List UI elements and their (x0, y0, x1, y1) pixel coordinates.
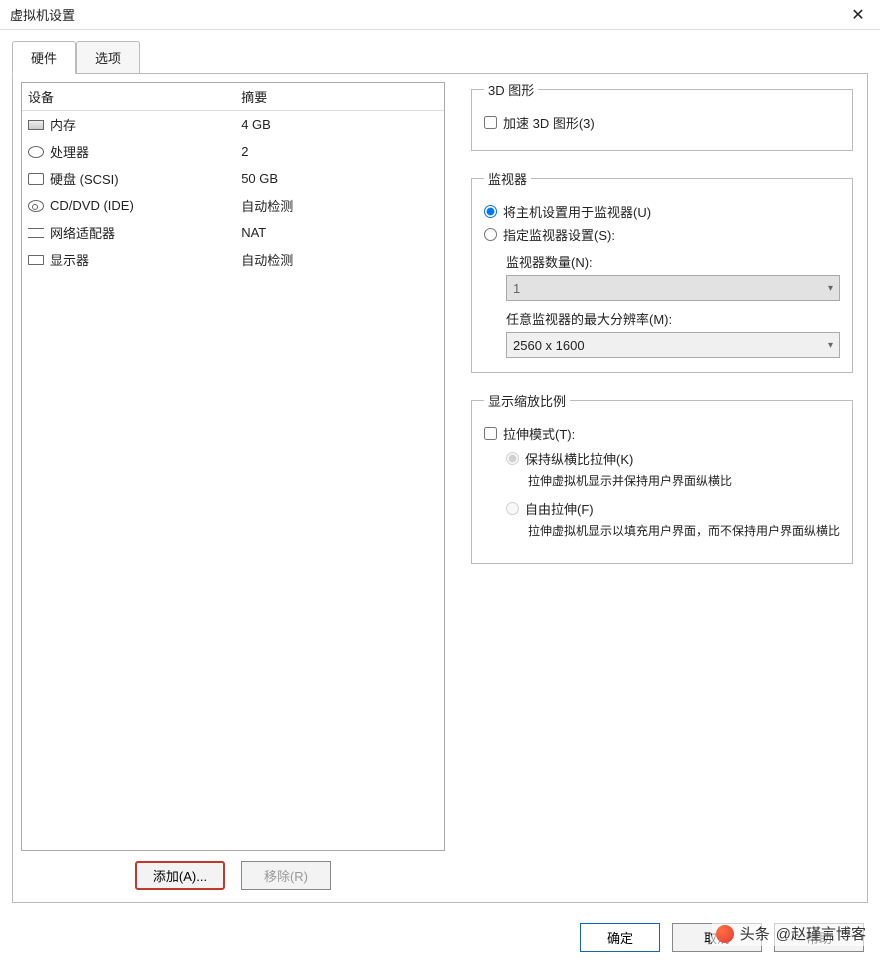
hw-row-summary: 50 GB (241, 171, 438, 186)
hw-row-label: 显示器 (50, 250, 89, 269)
window-title: 虚拟机设置 (10, 5, 846, 24)
chevron-down-icon: ▾ (828, 340, 833, 351)
monitor-maxres-select[interactable]: 2560 x 1600 ▾ (506, 332, 840, 358)
monitor-count-select[interactable]: 1 ▾ (506, 275, 840, 301)
close-button[interactable]: ✕ (846, 3, 870, 27)
monitor-maxres-value: 2560 x 1600 (513, 338, 585, 353)
radio-free-stretch[interactable]: 自由拉伸(F) (506, 499, 840, 518)
hw-row-summary: 自动检测 (241, 196, 438, 215)
radio-specify-monitors-input[interactable] (484, 228, 497, 241)
chevron-down-icon: ▾ (828, 283, 833, 294)
hw-row-summary: NAT (241, 225, 438, 240)
radio-keep-ratio-input[interactable] (506, 452, 519, 465)
cancel-button[interactable]: 取消 (672, 923, 762, 952)
hw-row-disk[interactable]: 硬盘 (SCSI) 50 GB (22, 165, 444, 192)
help-button[interactable]: 帮助 (774, 923, 864, 952)
close-icon: ✕ (851, 5, 864, 25)
hw-row-label: 内存 (50, 115, 76, 134)
titlebar: 虚拟机设置 ✕ (0, 0, 880, 30)
hw-row-network[interactable]: 网络适配器 NAT (22, 219, 444, 246)
checkbox-accel-3d-input[interactable] (484, 116, 497, 129)
tab-options[interactable]: 选项 (76, 41, 140, 74)
hw-row-label: 硬盘 (SCSI) (50, 169, 119, 188)
ok-button[interactable]: 确定 (580, 923, 660, 952)
checkbox-stretch-mode-label: 拉伸模式(T): (503, 424, 575, 443)
hardware-list-buttons: 添加(A)... 移除(R) (21, 851, 445, 894)
group-monitors-legend: 监视器 (484, 169, 531, 188)
group-3d-graphics: 3D 图形 加速 3D 图形(3) (471, 80, 853, 151)
cpu-icon (28, 146, 44, 158)
hw-row-memory[interactable]: 内存 4 GB (22, 111, 444, 138)
group-scaling-legend: 显示缩放比例 (484, 391, 570, 410)
radio-use-host[interactable]: 将主机设置用于监视器(U) (484, 202, 840, 221)
display-icon (28, 255, 44, 265)
radio-specify-monitors-label: 指定监视器设置(S): (503, 225, 615, 244)
checkbox-accel-3d-label: 加速 3D 图形(3) (503, 113, 595, 132)
hw-row-summary: 2 (241, 144, 438, 159)
radio-free-stretch-input[interactable] (506, 502, 519, 515)
hw-row-summary: 自动检测 (241, 250, 438, 269)
checkbox-stretch-mode[interactable]: 拉伸模式(T): (484, 424, 840, 443)
remove-hardware-button[interactable]: 移除(R) (241, 861, 331, 890)
cd-icon (28, 200, 44, 212)
checkbox-accel-3d[interactable]: 加速 3D 图形(3) (484, 113, 840, 132)
group-3d-legend: 3D 图形 (484, 80, 538, 99)
monitor-count-label: 监视器数量(N): (506, 252, 840, 271)
display-settings-column: 3D 图形 加速 3D 图形(3) 监视器 将主机设置用于监视器(U) 指定监视… (453, 74, 867, 902)
radio-use-host-input[interactable] (484, 205, 497, 218)
hw-row-cpu[interactable]: 处理器 2 (22, 138, 444, 165)
hardware-panel: 设备 摘要 内存 4 GB 处理器 2 硬盘 (12, 73, 868, 903)
add-hardware-button[interactable]: 添加(A)... (135, 861, 225, 890)
hardware-list: 设备 摘要 内存 4 GB 处理器 2 硬盘 (21, 82, 445, 851)
hardware-list-header: 设备 摘要 (22, 83, 444, 111)
monitor-maxres-label: 任意监视器的最大分辨率(M): (506, 309, 840, 328)
col-header-device: 设备 (28, 87, 241, 106)
group-display-scaling: 显示缩放比例 拉伸模式(T): 保持纵横比拉伸(K) 拉伸虚拟机显示并保持用户界… (471, 391, 853, 564)
group-monitors: 监视器 将主机设置用于监视器(U) 指定监视器设置(S): 监视器数量(N): … (471, 169, 853, 373)
tabs: 硬件 选项 (0, 30, 880, 73)
radio-use-host-label: 将主机设置用于监视器(U) (503, 202, 651, 221)
hw-row-summary: 4 GB (241, 117, 438, 132)
hardware-left-column: 设备 摘要 内存 4 GB 处理器 2 硬盘 (13, 74, 453, 902)
disk-icon (28, 173, 44, 185)
radio-keep-ratio-label: 保持纵横比拉伸(K) (525, 449, 633, 468)
stretch-sub: 保持纵横比拉伸(K) 拉伸虚拟机显示并保持用户界面纵横比 自由拉伸(F) 拉伸虚… (506, 449, 840, 539)
monitor-count-value: 1 (513, 281, 520, 296)
radio-specify-monitors[interactable]: 指定监视器设置(S): (484, 225, 840, 244)
tab-hardware[interactable]: 硬件 (12, 41, 76, 74)
hw-row-label: 处理器 (50, 142, 89, 161)
network-icon (28, 228, 44, 238)
col-header-summary: 摘要 (241, 87, 438, 106)
keep-ratio-desc: 拉伸虚拟机显示并保持用户界面纵横比 (528, 472, 840, 489)
monitor-specify-sub: 监视器数量(N): 1 ▾ 任意监视器的最大分辨率(M): 2560 x 160… (506, 252, 840, 358)
radio-free-stretch-label: 自由拉伸(F) (525, 499, 594, 518)
hw-row-label: CD/DVD (IDE) (50, 198, 134, 213)
radio-keep-ratio[interactable]: 保持纵横比拉伸(K) (506, 449, 840, 468)
checkbox-stretch-mode-input[interactable] (484, 427, 497, 440)
hw-row-cddvd[interactable]: CD/DVD (IDE) 自动检测 (22, 192, 444, 219)
dialog-footer: 确定 取消 帮助 (580, 923, 864, 952)
memory-icon (28, 120, 44, 130)
free-stretch-desc: 拉伸虚拟机显示以填充用户界面，而不保持用户界面纵横比 (528, 522, 840, 539)
hw-row-display[interactable]: 显示器 自动检测 (22, 246, 444, 273)
hw-row-label: 网络适配器 (50, 223, 115, 242)
